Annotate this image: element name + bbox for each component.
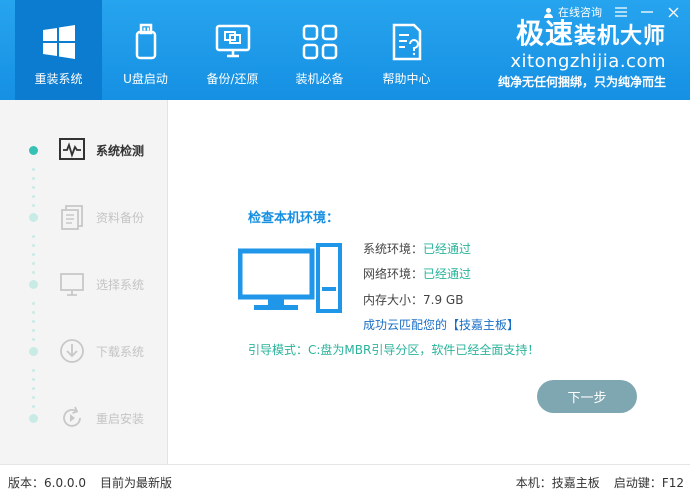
nav-label: 帮助中心 [382,72,431,86]
nav-label: U盘启动 [123,72,168,86]
nav-essentials[interactable]: 装机必备 [276,0,363,100]
step-download-system: 下载系统 [0,336,168,366]
motherboard-match-text: 成功云匹配您的【技嘉主板】 [363,318,520,332]
nav-reinstall-system[interactable]: 重装系统 [15,0,102,100]
user-support-icon [544,7,553,18]
close-icon [668,7,678,17]
apps-grid-icon [302,24,337,60]
menu-button[interactable] [614,5,628,19]
boot-mode-text: 引导模式：C:盘为MBR引导分区，软件已经全面支持！ [248,343,540,357]
step-dot [29,212,38,222]
step-label: 选择系统 [96,277,145,292]
step-select-system: 选择系统 [0,269,168,299]
memory-label: 内存大小： [363,293,424,307]
update-status-text: 目前为最新版 [99,476,172,490]
usb-icon [135,23,156,60]
environment-check-title: 检查本机环境： [248,211,340,226]
nav-usb-boot[interactable]: U盘启动 [102,0,189,100]
step-label: 下载系统 [96,344,145,359]
nav-label: 备份/还原 [206,72,259,86]
machine-model-text: 本机：技嘉主板 [515,476,600,490]
status-bar: 版本：6.0.0.0 目前为最新版 本机：技嘉主板 启动键：F12 [0,464,690,500]
step-dot [29,279,38,289]
step-dot [29,346,38,356]
network-env-row: 网络环境：已经通过 [363,265,471,282]
restart-icon [63,406,81,427]
close-button[interactable] [666,5,680,19]
nav-help-center[interactable]: 帮助中心 [363,0,450,100]
next-step-button[interactable]: 下一步 [537,380,637,413]
nav-backup-restore[interactable]: 备份/还原 [189,0,276,100]
network-env-label: 网络环境： [363,267,424,281]
minimize-icon [641,11,653,13]
system-env-label: 系统环境： [363,242,424,256]
step-dot [29,145,38,155]
brand-title: 极速装机大师 [498,20,666,51]
step-dot [29,413,38,423]
network-env-status: 已经通过 [423,267,472,281]
download-icon [60,339,84,363]
main-panel: 检查本机环境： 系统环境：已经通过 网络环境：已经通过 内存大小：7.9 GB … [169,100,690,464]
step-sidebar: 系统检测 资料备份 选择系统 下载系统 重启安装 [0,100,168,464]
nav-label: 装机必备 [295,72,344,86]
step-label: 资料备份 [96,210,145,225]
windows-icon [42,25,75,59]
system-env-status: 已经通过 [423,242,472,256]
step-label: 重启安装 [96,411,145,426]
minimize-button[interactable] [640,5,654,19]
memory-row: 内存大小：7.9 GB [363,291,463,308]
nav-label: 重装系统 [34,72,83,86]
monitor-pulse-icon [59,138,85,160]
step-label: 系统检测 [96,143,145,158]
help-doc-icon [392,23,421,61]
backup-icon [215,24,250,58]
memory-value: 7.9 GB [423,293,464,307]
menu-icon [615,7,627,17]
monitor-icon [60,273,84,296]
documents-icon [61,205,83,230]
boot-hotkey-text: 启动键：F12 [613,476,684,490]
step-data-backup: 资料备份 [0,202,168,232]
brand-title-part2: 装机大师 [573,24,666,49]
system-env-row: 系统环境：已经通过 [363,240,471,257]
brand-title-part1: 极速 [515,17,574,50]
main-nav: 重装系统 U盘启动 备份/还原 装机必备 帮助中心 [15,0,450,100]
brand-logo: 极速装机大师 xitongzhijia.com 纯净无任何捆绑，只为纯净而生 [498,20,666,91]
step-restart-install: 重启安装 [0,403,168,433]
desktop-computer-icon [238,243,342,313]
version-text: 版本：6.0.0.0 [8,476,86,490]
step-system-check: 系统检测 [0,135,168,165]
brand-url: xitongzhijia.com [510,51,666,72]
brand-slogan: 纯净无任何捆绑，只为纯净而生 [497,75,666,89]
header-bar: 重装系统 U盘启动 备份/还原 装机必备 帮助中心 在线咨询 极速装机大师 xi… [0,0,690,100]
